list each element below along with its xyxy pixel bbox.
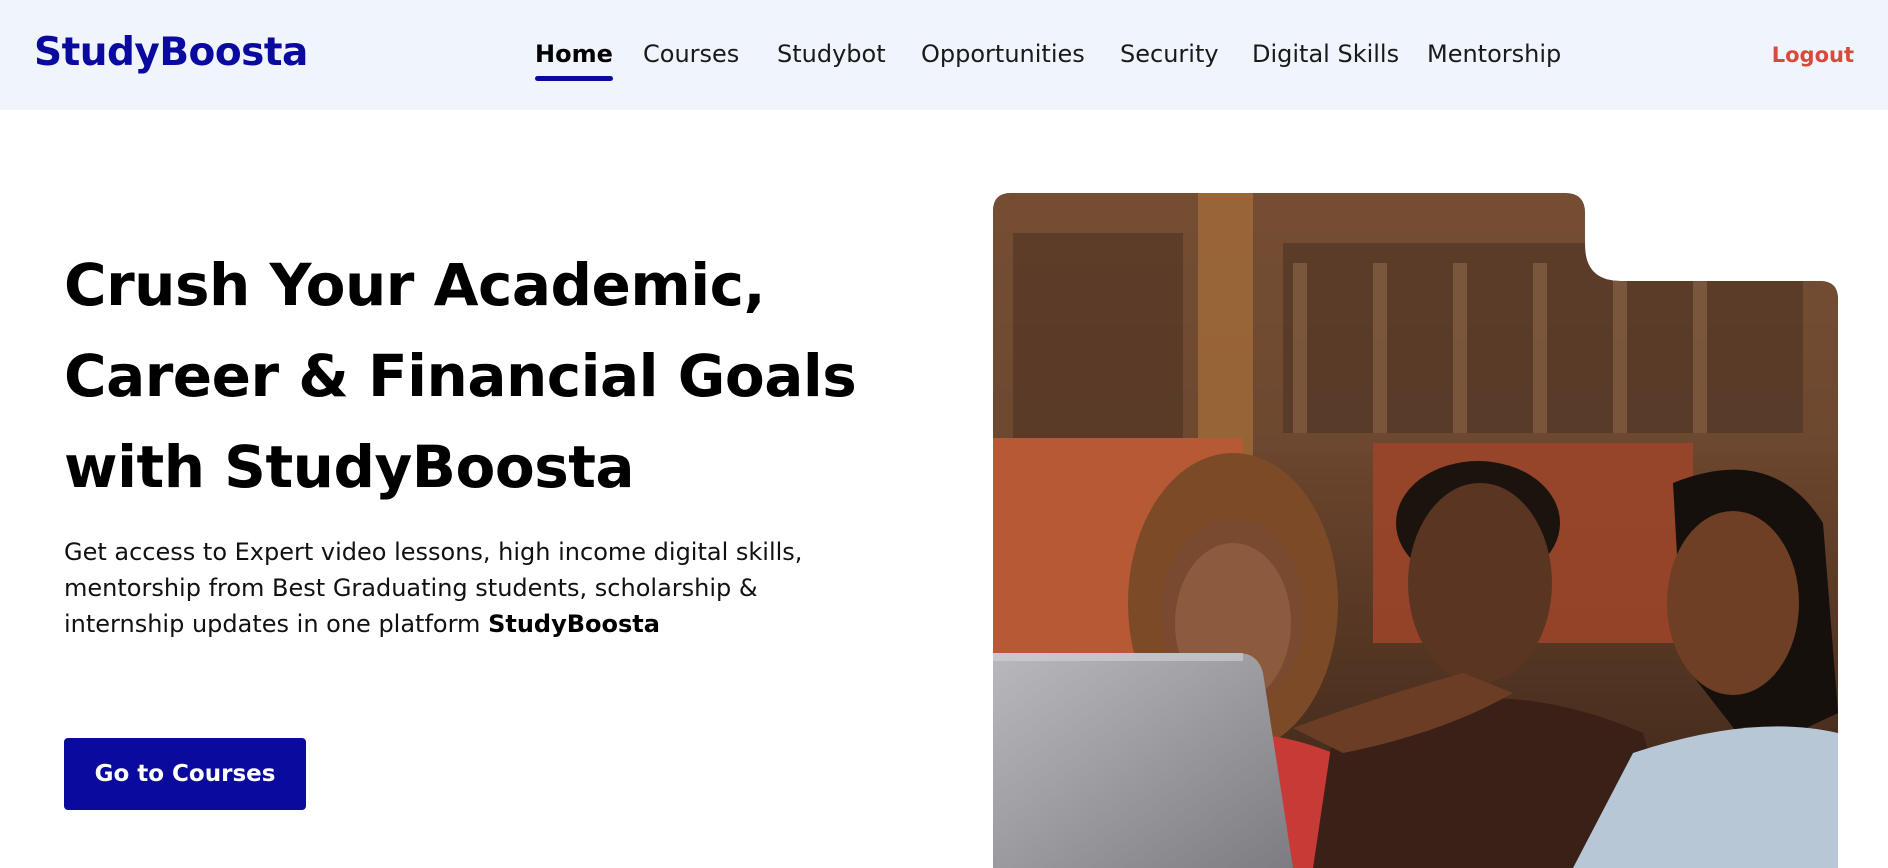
hero-title-line-1: Crush Your Academic, — [64, 251, 766, 319]
nav-home[interactable]: Home — [535, 40, 613, 81]
nav-studybot[interactable]: Studybot — [777, 40, 886, 68]
logout-link[interactable]: Logout — [1772, 43, 1854, 67]
top-navbar: StudyBoosta Home Courses Studybot Opport… — [0, 0, 1888, 110]
nav-opportunities[interactable]: Opportunities — [921, 40, 1085, 68]
go-to-courses-button[interactable]: Go to Courses — [64, 738, 306, 810]
hero-title: Crush Your Academic, Career & Financial … — [64, 240, 914, 513]
hero-title-line-2: Career & Financial Goals — [64, 342, 857, 410]
brand-logo[interactable]: StudyBoosta — [34, 30, 308, 75]
hero-description-brand: StudyBoosta — [488, 610, 660, 638]
nav-courses[interactable]: Courses — [643, 40, 739, 68]
nav-mentorship[interactable]: Mentorship — [1427, 40, 1561, 68]
hero-description: Get access to Expert video lessons, high… — [64, 534, 824, 642]
hero-title-line-3: with StudyBoosta — [64, 433, 635, 501]
nav-security[interactable]: Security — [1120, 40, 1219, 68]
students-photo — [993, 193, 1838, 868]
nav-digital-skills[interactable]: Digital Skills — [1252, 40, 1399, 68]
hero-description-text: Get access to Expert video lessons, high… — [64, 538, 803, 638]
